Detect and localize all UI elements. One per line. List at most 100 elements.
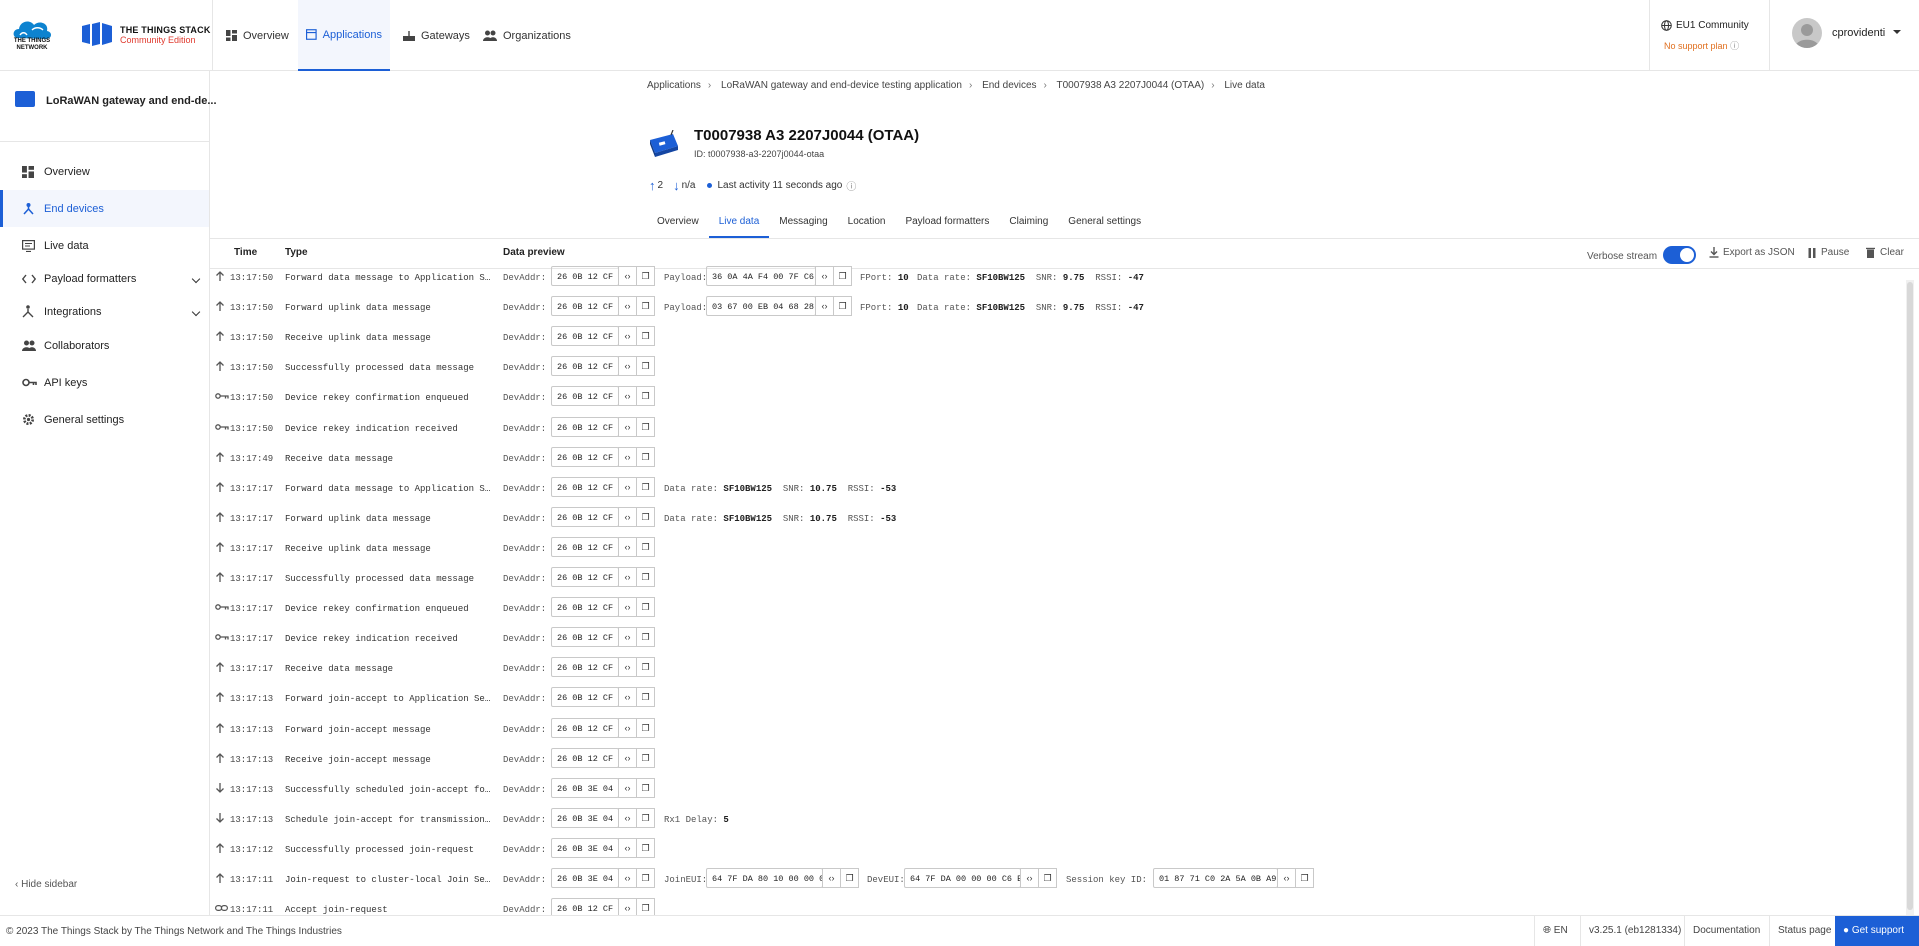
copy-icon[interactable]: ❐ <box>636 537 655 557</box>
tab-general-settings[interactable]: General settings <box>1068 206 1141 238</box>
sidebar-item-api-keys[interactable]: API keys <box>0 364 209 401</box>
payload-value[interactable]: 03 67 00 EB 04 68 28 <box>706 296 816 316</box>
devaddr-value[interactable]: 26 0B 3E 04 <box>551 838 619 858</box>
devaddr-value[interactable]: 26 0B 12 CF <box>551 748 619 768</box>
devaddr-value[interactable]: 26 0B 3E 04 <box>551 868 619 888</box>
sessionkey-value[interactable]: 01 87 71 C0 2A 5A 0B A9 ... <box>1153 868 1278 888</box>
help-icon[interactable]: ⓘ <box>846 178 856 193</box>
version-label[interactable]: v3.25.1 (eb1281334) <box>1580 916 1689 946</box>
copy-icon[interactable]: ❐ <box>636 627 655 647</box>
table-row[interactable]: 13:17:50 Receive uplink data message DevAd… <box>210 322 1906 352</box>
export-json-button[interactable]: Export as JSON <box>1709 247 1795 258</box>
sidebar-item-end-devices[interactable]: End devices <box>0 190 209 227</box>
devaddr-value[interactable]: 26 0B 12 CF <box>551 447 619 467</box>
documentation-link[interactable]: Documentation <box>1684 916 1768 946</box>
copy-icon[interactable]: ❐ <box>636 718 655 738</box>
sidebar-item-live-data[interactable]: Live data <box>0 227 209 264</box>
tab-location[interactable]: Location <box>848 206 886 238</box>
copy-icon[interactable]: ❐ <box>833 296 852 316</box>
table-row[interactable]: 13:17:17 Receive data message DevAddr: 26 0… <box>210 653 1906 683</box>
table-row[interactable]: 13:17:50 Device rekey confirmation enqueu… <box>210 382 1906 412</box>
toggle-format-icon[interactable]: ‹› <box>1277 868 1296 888</box>
status-page-link[interactable]: Status page <box>1769 916 1839 946</box>
table-row[interactable]: 13:17:49 Receive data message DevAddr: 26 0… <box>210 443 1906 473</box>
copy-icon[interactable]: ❐ <box>636 356 655 376</box>
toggle-format-icon[interactable]: ‹› <box>618 386 637 406</box>
region-selector[interactable]: EU1 Community <box>1661 20 1749 31</box>
support-plan[interactable]: No support plan ⓘ <box>1664 39 1739 52</box>
table-row[interactable]: 13:17:17 Forward data message to Applicat… <box>210 473 1906 503</box>
copy-icon[interactable]: ❐ <box>636 567 655 587</box>
nav-organizations[interactable]: Organizations <box>475 0 579 71</box>
toggle-format-icon[interactable]: ‹› <box>618 838 637 858</box>
devaddr-value[interactable]: 26 0B 12 CF <box>551 296 619 316</box>
toggle-format-icon[interactable]: ‹› <box>618 296 637 316</box>
toggle-format-icon[interactable]: ‹› <box>618 778 637 798</box>
devaddr-value[interactable]: 26 0B 12 CF <box>551 567 619 587</box>
toggle-format-icon[interactable]: ‹› <box>815 296 834 316</box>
avatar[interactable] <box>1792 18 1822 48</box>
devaddr-value[interactable]: 26 0B 12 CF <box>551 687 619 707</box>
table-row[interactable]: 13:17:13 Successfully scheduled join-acce… <box>210 774 1906 804</box>
toggle-format-icon[interactable]: ‹› <box>618 567 637 587</box>
toggle-format-icon[interactable]: ‹› <box>1020 868 1039 888</box>
devaddr-value[interactable]: 26 0B 12 CF <box>551 477 619 497</box>
table-row[interactable]: 13:17:50 Successfully processed data mess… <box>210 352 1906 382</box>
tab-live-data[interactable]: Live data <box>708 206 770 238</box>
toggle-format-icon[interactable]: ‹› <box>618 868 637 888</box>
toggle-format-icon[interactable]: ‹› <box>618 597 637 617</box>
toggle-format-icon[interactable]: ‹› <box>618 537 637 557</box>
table-row[interactable]: 13:17:17 Successfully processed data mess… <box>210 563 1906 593</box>
toggle-format-icon[interactable]: ‹› <box>618 808 637 828</box>
deveui-value[interactable]: 64 7F DA 00 00 00 C6 EE <box>904 868 1021 888</box>
copy-icon[interactable]: ❐ <box>636 326 655 346</box>
chevron-down-icon[interactable] <box>1893 30 1901 34</box>
toggle-format-icon[interactable]: ‹› <box>618 627 637 647</box>
language-selector[interactable]: 🌐︎ EN <box>1534 916 1576 946</box>
sidebar-item-collaborators[interactable]: Collaborators <box>0 327 209 364</box>
sidebar-app-name[interactable]: LoRaWAN gateway and end-de... <box>46 95 217 107</box>
breadcrumb-item[interactable]: End devices <box>982 80 1036 91</box>
pause-button[interactable]: Pause <box>1808 247 1849 258</box>
copy-icon[interactable]: ❐ <box>636 657 655 677</box>
toggle-format-icon[interactable]: ‹› <box>618 657 637 677</box>
toggle-format-icon[interactable]: ‹› <box>618 687 637 707</box>
devaddr-value[interactable]: 26 0B 12 CF <box>551 266 619 286</box>
table-row[interactable]: 13:17:50 Forward data message to Applicat… <box>210 262 1906 292</box>
tab-overview[interactable]: Overview <box>657 206 699 238</box>
copy-icon[interactable]: ❐ <box>636 507 655 527</box>
table-row[interactable]: 13:17:17 Device rekey indication received… <box>210 623 1906 653</box>
devaddr-value[interactable]: 26 0B 12 CF <box>551 657 619 677</box>
table-row[interactable]: 13:17:50 Device rekey indication received… <box>210 413 1906 443</box>
devaddr-value[interactable]: 26 0B 12 CF <box>551 386 619 406</box>
devaddr-value[interactable]: 26 0B 12 CF <box>551 718 619 738</box>
devaddr-value[interactable]: 26 0B 12 CF <box>551 597 619 617</box>
sidebar-item-integrations[interactable]: Integrations <box>0 293 209 330</box>
devaddr-value[interactable]: 26 0B 12 CF <box>551 356 619 376</box>
sidebar-item-payload-formatters[interactable]: Payload formatters <box>0 260 209 297</box>
clear-button[interactable]: Clear <box>1866 247 1904 258</box>
devaddr-value[interactable]: 26 0B 3E 04 <box>551 808 619 828</box>
the-things-stack-logo[interactable] <box>80 22 114 46</box>
table-row[interactable]: 13:17:11 Join-request to cluster-local Jo… <box>210 864 1906 894</box>
toggle-format-icon[interactable]: ‹› <box>618 326 637 346</box>
tab-messaging[interactable]: Messaging <box>779 206 827 238</box>
table-row[interactable]: 13:17:50 Forward uplink data message DevAd… <box>210 292 1906 322</box>
copy-icon[interactable]: ❐ <box>636 868 655 888</box>
devaddr-value[interactable]: 26 0B 12 CF <box>551 417 619 437</box>
devaddr-value[interactable]: 26 0B 3E 04 <box>551 778 619 798</box>
toggle-format-icon[interactable]: ‹› <box>815 266 834 286</box>
toggle-format-icon[interactable]: ‹› <box>618 417 637 437</box>
get-support-button[interactable]: ● Get support <box>1835 916 1919 946</box>
scrollbar-thumb[interactable] <box>1907 282 1913 910</box>
copy-icon[interactable]: ❐ <box>636 266 655 286</box>
copy-icon[interactable]: ❐ <box>833 266 852 286</box>
copy-icon[interactable]: ❐ <box>636 748 655 768</box>
copy-icon[interactable]: ❐ <box>636 808 655 828</box>
devaddr-value[interactable]: 26 0B 12 CF <box>551 537 619 557</box>
toggle-format-icon[interactable]: ‹› <box>618 718 637 738</box>
copy-icon[interactable]: ❐ <box>840 868 859 888</box>
copy-icon[interactable]: ❐ <box>636 417 655 437</box>
nav-overview[interactable]: Overview <box>218 0 297 71</box>
tab-payload-formatters[interactable]: Payload formatters <box>905 206 989 238</box>
